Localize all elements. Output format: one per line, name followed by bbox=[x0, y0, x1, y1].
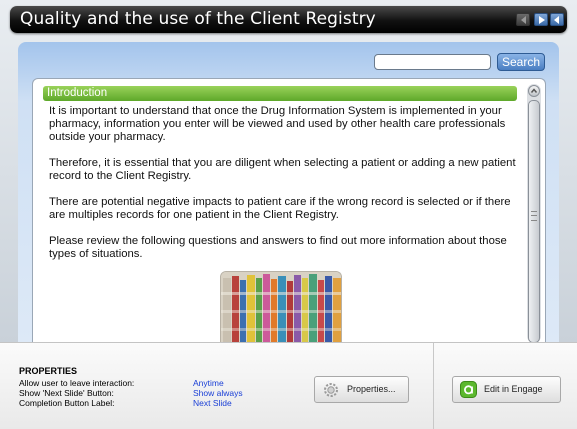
properties-panel: PROPERTIES Allow user to leave interacti… bbox=[0, 342, 577, 429]
completion-value: Next Slide bbox=[193, 398, 232, 408]
leave-interaction-value: Anytime bbox=[193, 378, 224, 388]
prev-slide-button[interactable] bbox=[516, 13, 530, 26]
prev-slide-icon bbox=[521, 16, 526, 24]
next-slide-button[interactable] bbox=[550, 13, 564, 26]
search-button[interactable]: Search bbox=[497, 53, 545, 71]
properties-button-label: Properties... bbox=[347, 384, 396, 394]
scroll-up-button[interactable] bbox=[528, 85, 540, 97]
file-folders-image bbox=[221, 272, 341, 343]
search-input[interactable] bbox=[374, 54, 491, 70]
section-title: Introduction bbox=[43, 86, 517, 101]
player-stage: Quality and the use of the Client Regist… bbox=[0, 0, 577, 343]
properties-heading: PROPERTIES bbox=[19, 366, 78, 376]
edit-in-engage-button[interactable]: Edit in Engage bbox=[452, 376, 561, 403]
next-slide-button-label: Show 'Next Slide' Button: bbox=[19, 388, 114, 398]
properties-button[interactable]: Properties... bbox=[314, 376, 409, 403]
grip-icon bbox=[531, 211, 537, 221]
play-button[interactable] bbox=[534, 13, 548, 26]
title-bar: Quality and the use of the Client Regist… bbox=[10, 6, 567, 33]
panel-divider bbox=[433, 343, 434, 429]
engage-logo-icon bbox=[460, 381, 477, 398]
leave-interaction-label: Allow user to leave interaction: bbox=[19, 378, 135, 388]
window-title: Quality and the use of the Client Regist… bbox=[20, 9, 376, 29]
paragraph: It is important to understand that once … bbox=[49, 105, 506, 143]
completion-label: Completion Button Label: bbox=[19, 398, 115, 408]
paragraph: Therefore, it is essential that you are … bbox=[49, 157, 516, 182]
file-folders-photo bbox=[220, 271, 342, 343]
body-text: It is important to understand that once … bbox=[49, 105, 523, 274]
scroll-thumb[interactable] bbox=[528, 100, 540, 343]
chevron-up-icon bbox=[530, 88, 538, 93]
paragraph: There are potential negative impacts to … bbox=[49, 196, 511, 221]
content-text-box: Introduction It is important to understa… bbox=[32, 78, 546, 343]
engage-button-label: Edit in Engage bbox=[484, 384, 543, 394]
next-slide-icon bbox=[554, 16, 559, 24]
play-icon bbox=[539, 16, 545, 24]
next-slide-button-value: Show always bbox=[193, 388, 243, 398]
vertical-scrollbar[interactable] bbox=[527, 84, 541, 343]
gear-icon bbox=[324, 383, 338, 397]
paragraph: Please review the following questions an… bbox=[49, 235, 507, 260]
